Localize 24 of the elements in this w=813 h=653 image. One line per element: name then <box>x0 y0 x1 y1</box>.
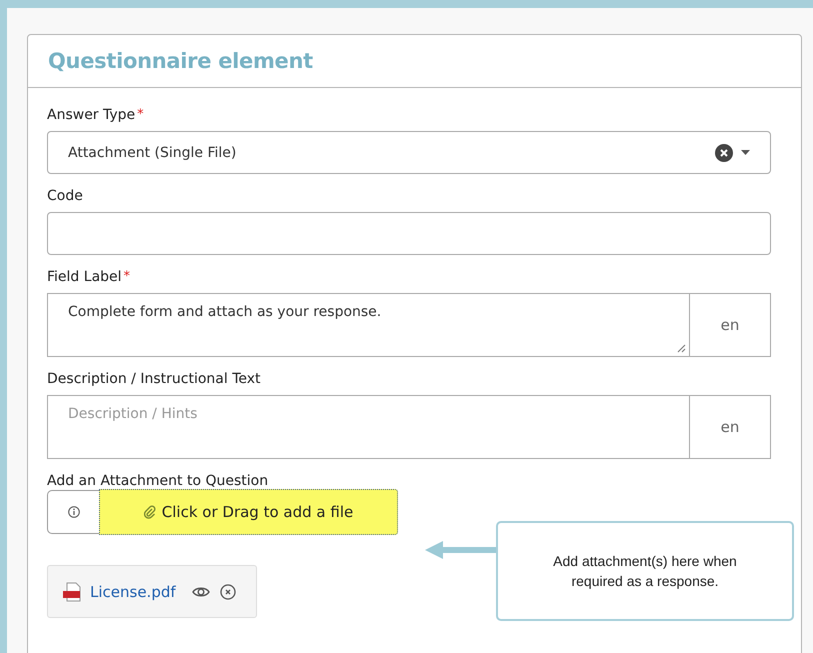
field-label: Description / Instructional Text <box>47 371 261 387</box>
required-mark: * <box>124 269 130 284</box>
resize-handle-icon[interactable] <box>677 344 686 353</box>
caret-icon[interactable] <box>741 150 750 155</box>
callout-note: Add attachment(s) here when required as a response. <box>496 521 794 621</box>
info-button[interactable] <box>47 490 99 534</box>
field-label: Answer Type <box>47 107 136 123</box>
remove-icon[interactable] <box>220 584 236 600</box>
paperclip-icon <box>144 505 156 519</box>
language-button[interactable]: en <box>690 293 771 357</box>
language-button[interactable]: en <box>690 395 771 459</box>
field-label: Add an Attachment to Question <box>47 474 268 488</box>
info-icon <box>68 506 80 518</box>
answer-type-dropdown[interactable]: Attachment (Single File) <box>47 131 771 174</box>
upload-button[interactable]: Click or Drag to add a file <box>99 489 398 535</box>
required-mark: * <box>137 107 144 122</box>
eye-icon[interactable] <box>192 584 210 598</box>
code-field[interactable] <box>47 212 771 255</box>
panel-title: Questionnaire element <box>48 49 313 73</box>
field-label: Code <box>47 188 83 204</box>
clear-icon[interactable] <box>715 144 733 162</box>
text-area[interactable]: Complete form and attach as your response. <box>47 293 690 357</box>
file-link[interactable]: License.pdf <box>90 582 176 600</box>
field-label: Field Label <box>47 269 122 285</box>
